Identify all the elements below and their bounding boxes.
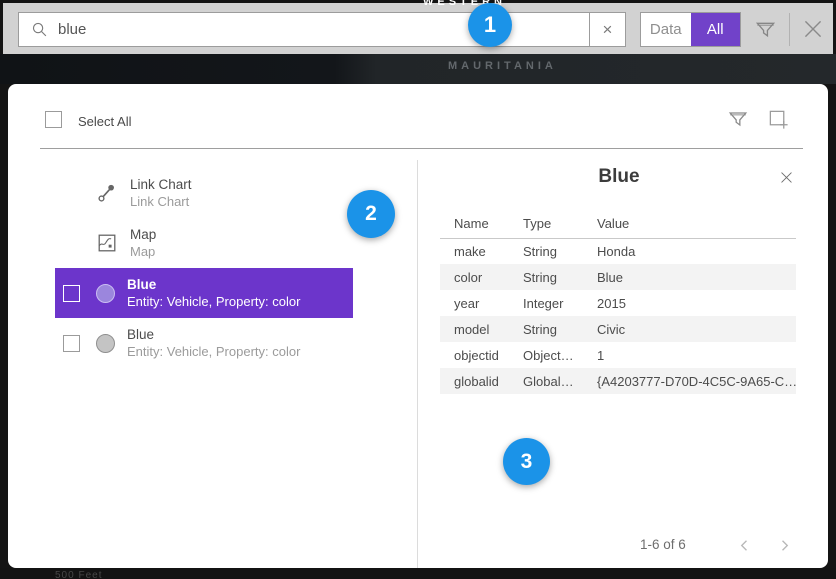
- checkbox-slot: [63, 335, 90, 352]
- table-row: globalidGlobal…{A4203777-D70D-4C5C-9A65-…: [440, 368, 796, 394]
- table-row: yearInteger2015: [440, 290, 796, 316]
- attr-type-cell: String: [523, 316, 597, 342]
- callout-1-number: 1: [484, 12, 496, 38]
- entity-circle-icon: [96, 334, 115, 353]
- map-icon: [96, 232, 118, 254]
- attr-value-cell: 2015: [597, 290, 796, 316]
- list-item[interactable]: Link ChartLink Chart: [55, 168, 353, 218]
- attr-value-cell: Honda: [597, 238, 796, 264]
- checkbox-slot: [63, 285, 90, 302]
- item-text: BlueEntity: Vehicle, Property: color: [127, 276, 300, 310]
- callout-3: 3: [503, 438, 550, 485]
- search-toolbar: WESTERN × Data All 1: [3, 3, 833, 54]
- map-label-mauritania: MAURITANIA: [448, 60, 557, 72]
- item-subtitle: Link Chart: [130, 193, 192, 210]
- attr-type-cell: Object…: [523, 342, 597, 368]
- item-subtitle: Entity: Vehicle, Property: color: [127, 293, 300, 310]
- clear-search-button[interactable]: ×: [589, 12, 626, 47]
- attr-value-cell: Blue: [597, 264, 796, 290]
- toggle-data-label: Data: [650, 21, 682, 38]
- select-all-checkbox[interactable]: [45, 111, 62, 128]
- callout-3-number: 3: [521, 450, 533, 474]
- attr-type-cell: String: [523, 238, 597, 264]
- item-text: Link ChartLink Chart: [130, 176, 192, 210]
- item-title: Link Chart: [130, 176, 192, 193]
- item-checkbox[interactable]: [63, 335, 80, 352]
- filter-icon[interactable]: [754, 18, 777, 41]
- toggle-data-button[interactable]: Data: [641, 13, 691, 46]
- detail-title: Blue: [418, 166, 820, 188]
- item-checkbox[interactable]: [63, 285, 80, 302]
- item-text: BlueEntity: Vehicle, Property: color: [127, 326, 300, 360]
- attr-name-cell: objectid: [440, 342, 523, 368]
- panel-header-divider: [40, 148, 803, 149]
- toggle-all-label: All: [707, 21, 724, 38]
- pagination-label: 1-6 of 6: [640, 537, 686, 552]
- attr-type-cell: Integer: [523, 290, 597, 316]
- toggle-all-button[interactable]: All: [691, 13, 741, 46]
- list-item[interactable]: BlueEntity: Vehicle, Property: color: [55, 268, 353, 318]
- attr-type-cell: Global…: [523, 368, 597, 394]
- clear-search-icon: ×: [603, 20, 613, 40]
- list-item[interactable]: BlueEntity: Vehicle, Property: color: [55, 318, 353, 368]
- list-detail-divider: [417, 160, 418, 568]
- attribute-table-header: Name Type Value: [440, 210, 796, 238]
- attribute-table: Name Type Value makeStringHondacolorStri…: [440, 210, 796, 394]
- attr-value-cell: Civic: [597, 316, 796, 342]
- map-scale-label: 500 Feet: [55, 570, 102, 579]
- search-input[interactable]: [58, 21, 488, 38]
- search-icon: [31, 21, 48, 38]
- entity-circle-icon: [96, 284, 115, 303]
- table-row: colorStringBlue: [440, 264, 796, 290]
- item-title: Map: [130, 226, 156, 243]
- pagination-prev-icon[interactable]: [735, 536, 754, 555]
- link-chart-icon: [96, 182, 118, 204]
- table-row: makeStringHonda: [440, 238, 796, 264]
- map-background: MAURITANIA: [0, 54, 836, 84]
- attr-value-cell: 1: [597, 342, 796, 368]
- column-header-name: Name: [440, 210, 523, 238]
- attr-name-cell: globalid: [440, 368, 523, 394]
- select-all-label: Select All: [78, 114, 131, 129]
- pagination-next-icon[interactable]: [775, 536, 794, 555]
- map-bottom-strip: 500 Feet: [0, 568, 836, 579]
- detail-close-icon[interactable]: [778, 169, 795, 186]
- callout-1: 1: [468, 3, 512, 47]
- toolbar-divider: [789, 13, 790, 46]
- app-window: WESTERN × Data All 1 MAURITANIA Sele: [0, 0, 836, 579]
- attr-name-cell: make: [440, 238, 523, 264]
- add-selection-icon[interactable]: [767, 108, 790, 131]
- close-search-icon[interactable]: [800, 16, 826, 42]
- callout-2-number: 2: [365, 202, 377, 226]
- table-row: objectidObject…1: [440, 342, 796, 368]
- attr-value-cell: {A4203777-D70D-4C5C-9A65-C…: [597, 368, 796, 394]
- callout-2: 2: [347, 190, 395, 238]
- column-header-type: Type: [523, 210, 597, 238]
- attr-name-cell: year: [440, 290, 523, 316]
- panel-filter-icon[interactable]: [727, 108, 749, 130]
- attr-type-cell: String: [523, 264, 597, 290]
- list-item[interactable]: MapMap: [55, 218, 353, 268]
- scope-toggle: Data All: [640, 12, 741, 47]
- table-row: modelStringCivic: [440, 316, 796, 342]
- results-panel: Select All Link ChartLink Chart MapMap Blu…: [8, 84, 828, 568]
- item-text: MapMap: [130, 226, 156, 260]
- column-header-value: Value: [597, 210, 796, 238]
- item-title: Blue: [127, 326, 300, 343]
- item-subtitle: Entity: Vehicle, Property: color: [127, 343, 300, 360]
- item-title: Blue: [127, 276, 300, 293]
- attr-name-cell: model: [440, 316, 523, 342]
- attr-name-cell: color: [440, 264, 523, 290]
- item-subtitle: Map: [130, 243, 156, 260]
